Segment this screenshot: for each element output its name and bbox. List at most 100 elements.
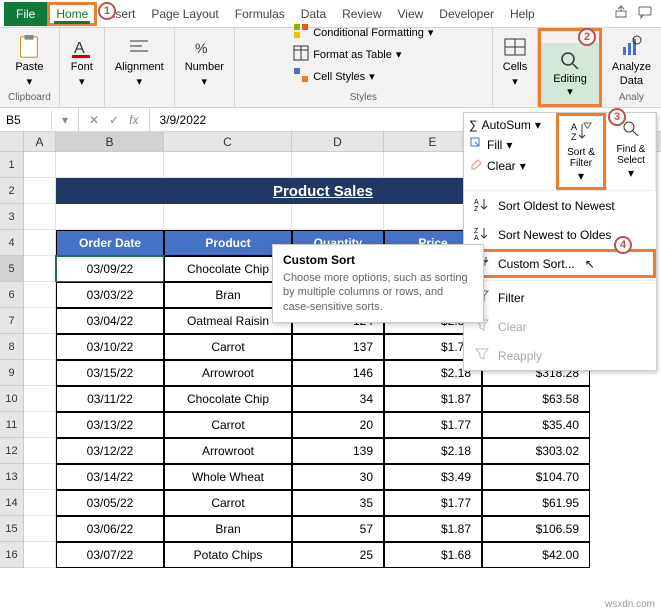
cell-date[interactable]: 03/13/22 xyxy=(56,412,164,438)
fill-button[interactable]: Fill ▾ xyxy=(468,135,552,154)
cell-product[interactable]: Carrot xyxy=(164,490,292,516)
cell-qty[interactable]: 30 xyxy=(292,464,384,490)
cell-qty[interactable]: 139 xyxy=(292,438,384,464)
cell-qty[interactable]: 57 xyxy=(292,516,384,542)
cell-qty[interactable]: 25 xyxy=(292,542,384,568)
row-header[interactable]: 7 xyxy=(0,308,24,334)
cell-product[interactable]: Carrot xyxy=(164,334,292,360)
row-header[interactable]: 9 xyxy=(0,360,24,386)
cell-qty[interactable]: 137 xyxy=(292,334,384,360)
col-header-D[interactable]: D xyxy=(292,132,384,151)
cell-date[interactable]: 03/12/22 xyxy=(56,438,164,464)
number-button[interactable]: % Number ▾ xyxy=(183,33,226,90)
cell-qty[interactable]: 20 xyxy=(292,412,384,438)
cell-price[interactable]: $3.49 xyxy=(384,464,482,490)
cell-product[interactable]: Potato Chips xyxy=(164,542,292,568)
share-icon[interactable] xyxy=(613,4,629,23)
tab-home[interactable]: Home xyxy=(47,2,97,26)
chevron-down-icon: ▾ xyxy=(202,75,208,88)
dropdown-icon[interactable]: ▾ xyxy=(62,113,68,127)
cell-product[interactable]: Chocolate Chip xyxy=(164,386,292,412)
row-header[interactable]: 15 xyxy=(0,516,24,542)
cell-total[interactable]: $104.70 xyxy=(482,464,590,490)
tab-pagelayout[interactable]: Page Layout xyxy=(143,2,226,26)
row-header[interactable]: 13 xyxy=(0,464,24,490)
cell-total[interactable]: $35.40 xyxy=(482,412,590,438)
tab-help[interactable]: Help xyxy=(502,2,543,26)
filter-reapply-button: Reapply xyxy=(464,341,656,370)
sort-filter-button[interactable]: AZ Sort & Filter ▾ xyxy=(556,113,606,190)
tab-formulas[interactable]: Formulas xyxy=(227,2,293,26)
cell-total[interactable]: $61.95 xyxy=(482,490,590,516)
cell-total[interactable]: $42.00 xyxy=(482,542,590,568)
cell-date[interactable]: 03/11/22 xyxy=(56,386,164,412)
font-button[interactable]: A Font ▾ xyxy=(68,33,96,90)
cell-product[interactable]: Bran xyxy=(164,516,292,542)
cell-date[interactable]: 03/15/22 xyxy=(56,360,164,386)
col-header-B[interactable]: B xyxy=(56,132,164,151)
row-header[interactable]: 6 xyxy=(0,282,24,308)
cell-qty[interactable]: 35 xyxy=(292,490,384,516)
select-all-corner[interactable] xyxy=(0,132,24,151)
cell-total[interactable]: $303.02 xyxy=(482,438,590,464)
row-header[interactable]: 1 xyxy=(0,152,24,178)
tab-file[interactable]: File xyxy=(4,2,47,26)
cell-product[interactable]: Carrot xyxy=(164,412,292,438)
cell-price[interactable]: $1.87 xyxy=(384,386,482,412)
cell-total[interactable]: $63.58 xyxy=(482,386,590,412)
cell-qty[interactable]: 146 xyxy=(292,360,384,386)
tab-developer[interactable]: Developer xyxy=(431,2,502,26)
fx-button[interactable]: fx xyxy=(129,113,138,127)
cell-date[interactable]: 03/07/22 xyxy=(56,542,164,568)
row-header[interactable]: 2 xyxy=(0,178,24,204)
row-header[interactable]: 12 xyxy=(0,438,24,464)
row-header[interactable]: 16 xyxy=(0,542,24,568)
accept-icon[interactable]: ✓ xyxy=(109,113,119,127)
cell-price[interactable]: $1.77 xyxy=(384,490,482,516)
cell-date[interactable]: 03/09/22 xyxy=(56,256,164,282)
row-header[interactable]: 5 xyxy=(0,256,24,282)
col-header-C[interactable]: C xyxy=(164,132,292,151)
cell-price[interactable]: $2.18 xyxy=(384,438,482,464)
cell-date[interactable]: 03/14/22 xyxy=(56,464,164,490)
format-as-table-button[interactable]: Format as Table ▾ xyxy=(291,44,403,65)
filter-button[interactable]: Filter xyxy=(464,283,656,312)
analyze-data-button[interactable]: Analyze Data xyxy=(610,33,653,89)
cell-date[interactable]: 03/10/22 xyxy=(56,334,164,360)
row-header[interactable]: 3 xyxy=(0,204,24,230)
name-box[interactable]: B5 xyxy=(0,111,52,129)
row-header[interactable]: 11 xyxy=(0,412,24,438)
comments-icon[interactable] xyxy=(637,4,653,23)
cell-date[interactable]: 03/05/22 xyxy=(56,490,164,516)
custom-sort-button[interactable]: Custom Sort...↖ xyxy=(464,249,656,278)
row-header[interactable]: 10 xyxy=(0,386,24,412)
cell-price[interactable]: $1.77 xyxy=(384,412,482,438)
sort-oldest-newest[interactable]: AZSort Oldest to Newest xyxy=(464,191,656,220)
clear-button[interactable]: Clear ▾ xyxy=(468,156,552,175)
cell-total[interactable]: $106.59 xyxy=(482,516,590,542)
cell-product[interactable]: Arrowroot xyxy=(164,438,292,464)
tooltip-body: Choose more options, such as sorting by … xyxy=(283,271,473,314)
cell-qty[interactable]: 34 xyxy=(292,386,384,412)
cell-styles-button[interactable]: Cell Styles ▾ xyxy=(291,66,377,87)
autosum-button[interactable]: ∑ AutoSum ▾ xyxy=(468,117,552,133)
row-header[interactable]: 14 xyxy=(0,490,24,516)
cell-product[interactable]: Whole Wheat xyxy=(164,464,292,490)
cell-price[interactable]: $1.87 xyxy=(384,516,482,542)
alignment-button[interactable]: Alignment ▾ xyxy=(113,33,166,90)
cell-date[interactable]: 03/06/22 xyxy=(56,516,164,542)
cell-product[interactable]: Arrowroot xyxy=(164,360,292,386)
row-header[interactable]: 8 xyxy=(0,334,24,360)
cells-button[interactable]: Cells ▾ xyxy=(501,33,529,90)
cell-price[interactable]: $1.68 xyxy=(384,542,482,568)
cancel-icon[interactable]: ✕ xyxy=(89,113,99,127)
editing-button[interactable]: Editing ▾ xyxy=(541,43,599,104)
header-date[interactable]: Order Date xyxy=(56,230,164,256)
col-header-A[interactable]: A xyxy=(24,132,56,151)
cell-date[interactable]: 03/04/22 xyxy=(56,308,164,334)
conditional-formatting-button[interactable]: Conditional Formatting ▾ xyxy=(291,22,435,43)
formula-input[interactable]: 3/9/2022 xyxy=(150,111,217,129)
paste-button[interactable]: Paste ▾ xyxy=(13,33,45,90)
row-header[interactable]: 4 xyxy=(0,230,24,256)
cell-date[interactable]: 03/03/22 xyxy=(56,282,164,308)
